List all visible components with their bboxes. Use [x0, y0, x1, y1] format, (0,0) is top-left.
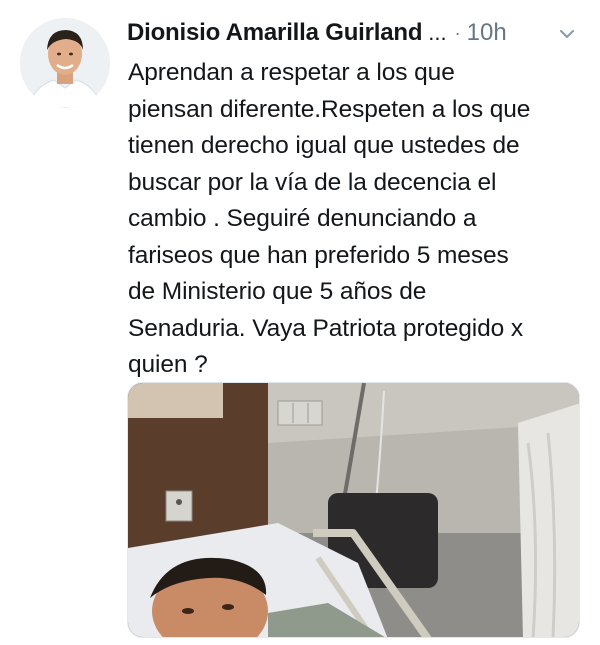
tweet: Dionisio Amarilla Guirland ... · 10h Apr…: [0, 0, 600, 645]
tweet-timestamp[interactable]: 10h: [467, 19, 507, 47]
tweet-text: Aprendan a respetar a los que piensan di…: [128, 59, 531, 378]
tweet-media-photo[interactable]: [127, 382, 580, 638]
author-name[interactable]: Dionisio Amarilla Guirland: [127, 19, 422, 47]
chevron-down-icon[interactable]: [557, 24, 577, 44]
avatar-photo-icon: [20, 18, 110, 108]
photo-hospital-selfie-icon: [128, 383, 579, 637]
author-avatar[interactable]: [20, 18, 110, 108]
header-separator: ·: [454, 22, 461, 43]
name-truncation: ...: [428, 20, 447, 45]
tweet-header: Dionisio Amarilla Guirland ... · 10h: [127, 15, 587, 51]
